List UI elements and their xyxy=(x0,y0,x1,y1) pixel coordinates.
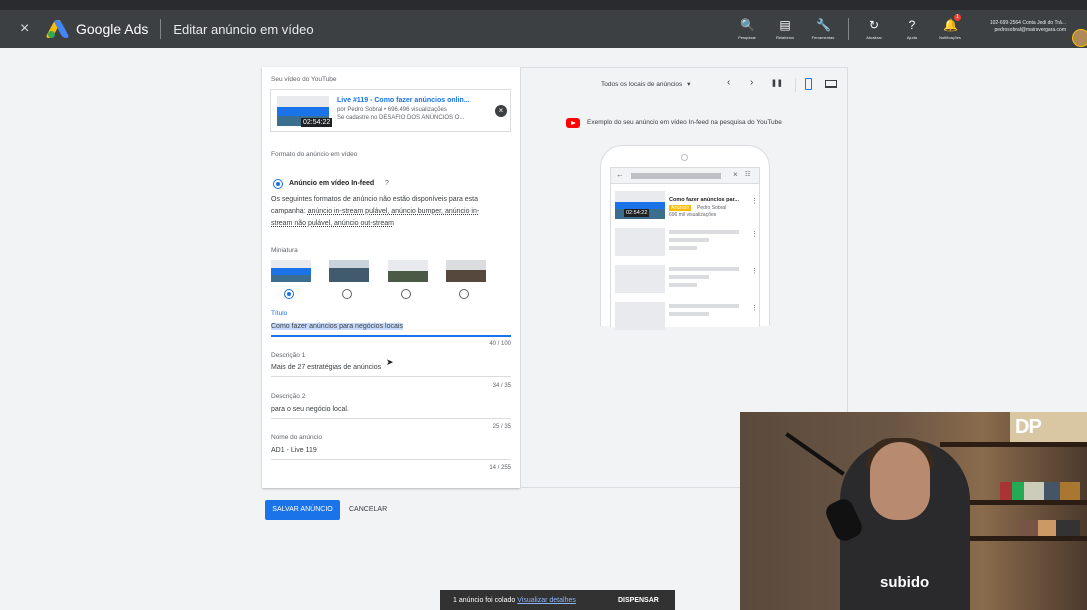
youtube-icon xyxy=(566,118,580,128)
notification-badge: 1 xyxy=(954,14,961,21)
snackbar-message: 1 anúncio foi colado xyxy=(453,597,516,604)
reports-button[interactable]: ▤ Relatórios xyxy=(766,18,804,40)
title-counter: 40 / 100 xyxy=(489,341,511,347)
description2-counter: 25 / 35 xyxy=(492,424,511,430)
description1-label: Descrição 1 xyxy=(271,352,306,359)
wall-sign: DP xyxy=(1015,416,1042,438)
webcam-overlay: DP subido xyxy=(740,412,1087,610)
close-icon[interactable]: × xyxy=(20,20,34,38)
ad-badge: Anúncio xyxy=(669,205,692,211)
mobile-device-icon[interactable] xyxy=(805,78,812,90)
unavailable-formats-links-cont[interactable]: stream não pulável, anúncio out-stream xyxy=(271,220,394,227)
ad-editor-form: Seu vídeo do YouTube 02:54:22 Live #119 … xyxy=(262,67,520,488)
camera-icon xyxy=(681,154,688,161)
avatar[interactable] xyxy=(1072,29,1087,47)
more-icon: ⋮ xyxy=(751,305,758,312)
thumbnail-radio-4[interactable] xyxy=(459,289,469,299)
video-section-label: Seu vídeo do YouTube xyxy=(271,76,337,83)
back-arrow-icon: ← xyxy=(616,170,624,179)
divider xyxy=(848,18,849,40)
brand-name[interactable]: Google Ads xyxy=(76,21,148,37)
refresh-button[interactable]: ↻ Atualizar xyxy=(855,18,893,40)
mouse-cursor-icon: ➤ xyxy=(386,357,394,367)
google-ads-logo-icon[interactable] xyxy=(45,20,70,38)
next-icon[interactable]: › xyxy=(750,77,753,88)
ad-preview-views: 696 mil visualizações xyxy=(669,212,717,218)
thumbnail-radio-3[interactable] xyxy=(401,289,411,299)
chevron-down-icon: ▾ xyxy=(687,81,691,88)
reports-icon: ▤ xyxy=(779,18,791,32)
ad-name-label: Nome do anúncio xyxy=(271,434,322,441)
ad-name-input[interactable]: AD1 - Live 119 xyxy=(271,447,317,454)
divider xyxy=(795,78,796,92)
title-underline xyxy=(271,335,511,337)
snackbar: 1 anúncio foi colado Visualizar detalhes… xyxy=(440,590,675,610)
ad-preview-duration: 02:54:22 xyxy=(624,209,650,217)
phone-mockup: ← × ☷ 02:54:22 Como fazer anúncios par..… xyxy=(600,145,770,330)
desktop-device-icon[interactable] xyxy=(825,80,837,88)
dismiss-button[interactable]: DISPENSAR xyxy=(618,597,659,604)
thumbnail-option-3[interactable] xyxy=(388,260,428,282)
more-icon: ⋮ xyxy=(751,231,758,238)
account-info[interactable]: 102-699-2564 Conta Jedi do Trá... pedros… xyxy=(962,20,1066,34)
video-title: Live #119 - Como fazer anúncios onlin... xyxy=(337,97,470,104)
selected-video[interactable]: 02:54:22 Live #119 - Como fazer anúncios… xyxy=(270,89,511,132)
thumbnail-option-1[interactable] xyxy=(271,260,311,282)
previous-icon[interactable]: ‹ xyxy=(727,77,730,88)
help-button[interactable]: ? Ajuda xyxy=(893,18,931,40)
format-infeed-radio[interactable] xyxy=(273,179,283,189)
location-select[interactable]: Todos os locais de anúncios ▾ xyxy=(601,80,690,88)
thumbnail-option-4[interactable] xyxy=(446,260,486,282)
more-icon: ⋮ xyxy=(751,268,758,275)
filter-icon: ☷ xyxy=(745,172,751,178)
page-title: Editar anúncio em vídeo xyxy=(173,21,314,37)
preview-caption: Exemplo do seu anúncio em vídeo In-feed … xyxy=(587,119,782,126)
phone-search-bar: ← × ☷ xyxy=(611,168,759,184)
view-details-link[interactable]: Visualizar detalhes xyxy=(517,597,576,604)
placeholder-thumbnail xyxy=(615,265,665,293)
unavailable-formats-links[interactable]: anúncio in-stream pulável, anúncio bumpe… xyxy=(308,208,480,215)
format-infeed-label: Anúncio em vídeo In-feed xyxy=(289,180,375,187)
thumbnail-radio-1[interactable] xyxy=(284,289,294,299)
ad-preview-channel: Pedro Sobral xyxy=(697,205,727,211)
placeholder-thumbnail xyxy=(615,302,665,330)
description2-input[interactable]: para o seu negócio local. xyxy=(271,406,349,413)
tools-button[interactable]: 🔧 Ferramentas xyxy=(804,18,842,40)
title-input[interactable]: Como fazer anúncios para negócios locais xyxy=(271,323,403,330)
save-ad-button[interactable]: SALVAR ANÚNCIO xyxy=(265,500,340,520)
divider xyxy=(160,19,162,39)
video-description: Se cadastre no DESAFIO DOS ANÚNCIOS O... xyxy=(337,115,465,121)
remove-video-icon[interactable]: × xyxy=(495,105,507,117)
unavailable-formats-text: Os seguintes formatos de anúncio não est… xyxy=(271,196,479,203)
thumbnail-radio-2[interactable] xyxy=(342,289,352,299)
ad-preview-title: Como fazer anúncios par... xyxy=(669,197,739,203)
search-icon: 🔍 xyxy=(740,18,755,32)
search-button[interactable]: 🔍 Pesquisar xyxy=(728,18,766,40)
more-icon: ⋮ xyxy=(751,198,758,205)
placeholder-thumbnail xyxy=(615,228,665,256)
shirt-text: subido xyxy=(880,574,930,591)
thumbnail-option-2[interactable] xyxy=(329,260,369,282)
phone-screen: ← × ☷ 02:54:22 Como fazer anúncios par..… xyxy=(610,167,760,330)
description2-label: Descrição 2 xyxy=(271,393,306,400)
toolbar: 🔍 Pesquisar ▤ Relatórios 🔧 Ferramentas ↻… xyxy=(728,10,969,48)
ad-name-counter: 14 / 255 xyxy=(489,465,511,471)
title-label: Título xyxy=(271,310,288,317)
wrench-icon: 🔧 xyxy=(816,18,831,32)
pause-icon[interactable]: ❚❚ xyxy=(771,79,783,87)
clear-icon: × xyxy=(733,170,738,179)
video-duration: 02:54:22 xyxy=(301,118,333,127)
info-icon[interactable]: ? xyxy=(385,180,389,187)
help-icon: ? xyxy=(908,18,916,32)
refresh-icon: ↻ xyxy=(868,18,880,32)
description1-counter: 34 / 35 xyxy=(492,383,511,389)
video-byline: por Pedro Sobral • 696.496 visualizações xyxy=(337,107,447,113)
thumbnail-section-label: Miniatura xyxy=(271,247,298,254)
top-bar: × Google Ads Editar anúncio em vídeo 🔍 P… xyxy=(0,0,1087,48)
cancel-button[interactable]: CANCELAR xyxy=(349,500,394,520)
description1-input[interactable]: Mais de 27 estratégias de anúncios xyxy=(271,364,381,371)
format-section-label: Formato do anúncio em vídeo xyxy=(271,151,358,158)
